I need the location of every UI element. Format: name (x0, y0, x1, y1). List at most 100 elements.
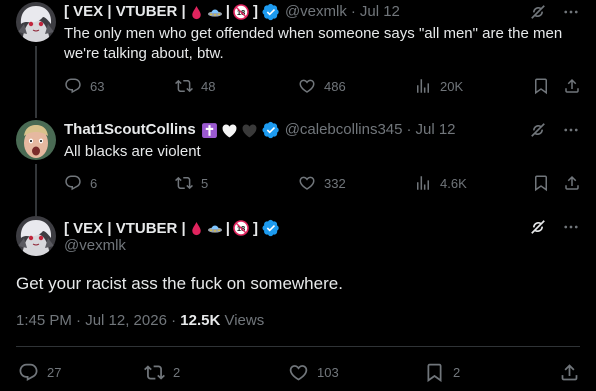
bookmark-button[interactable] (532, 77, 550, 95)
bookmark-button[interactable] (532, 174, 550, 192)
bookmark-icon (532, 77, 550, 95)
separator-dot: · (350, 3, 356, 20)
bookmark-icon (532, 174, 550, 192)
repost-button[interactable]: 5 (175, 174, 208, 192)
like-button[interactable]: 332 (298, 174, 346, 192)
reply-button[interactable]: 6 (64, 174, 97, 192)
reply-icon (18, 362, 39, 383)
verified-badge-icon[interactable] (262, 219, 280, 237)
no-under-18-icon (233, 220, 249, 236)
ufo-icon (207, 220, 223, 236)
more-icon[interactable] (562, 121, 580, 139)
reply-icon (64, 174, 82, 192)
tweet-top-icons (514, 120, 580, 140)
display-name-suffix: ] (252, 219, 258, 237)
verified-badge-icon[interactable] (262, 121, 280, 139)
share-button[interactable] (563, 77, 581, 95)
more-icon[interactable] (562, 3, 580, 21)
display-name[interactable]: [ VEX | VTUBER | (64, 2, 186, 22)
avatar[interactable] (16, 2, 56, 42)
views-count: 20K (440, 78, 464, 94)
heart-icon (298, 174, 316, 192)
share-icon (563, 174, 581, 192)
bookmark-button[interactable]: 2 (424, 362, 460, 383)
reply-button[interactable]: 63 (64, 77, 104, 95)
verified-badge-icon[interactable] (262, 3, 280, 21)
grok-icon[interactable] (528, 217, 548, 237)
avatar[interactable] (16, 216, 56, 256)
reply-count: 6 (90, 175, 98, 191)
main-display-name-row: [ VEX | VTUBER | | ] (64, 219, 280, 237)
bookmark-count: 2 (453, 365, 461, 380)
heart-icon (288, 362, 309, 383)
main-top-icons (514, 217, 580, 237)
like-count: 103 (317, 365, 339, 380)
handle[interactable]: @vexmlk (285, 2, 347, 22)
share-icon (563, 77, 581, 95)
separator-dot: · (406, 121, 412, 138)
share-button[interactable] (559, 362, 580, 383)
reply-icon (64, 77, 82, 95)
views-button[interactable]: 20K (414, 77, 463, 95)
name-separator: | (225, 3, 230, 20)
handle[interactable]: @calebcollins345 (285, 120, 403, 140)
timestamp[interactable]: Jul 12 (415, 120, 455, 140)
blood-drop-icon (189, 221, 204, 236)
thread-line (35, 164, 37, 210)
repost-count: 48 (201, 78, 216, 94)
name-separator: | (225, 219, 230, 237)
main-action-bar: 27 2 103 2 (16, 362, 580, 384)
like-button[interactable]: 103 (288, 362, 339, 383)
thread-line (35, 110, 37, 118)
black-heart-icon (241, 122, 258, 139)
repost-count: 5 (201, 175, 209, 191)
repost-icon (144, 362, 165, 383)
tweet-text: All blacks are violent (64, 143, 201, 160)
ufo-icon (207, 4, 223, 20)
tweet-text: The only men who get offended when someo… (64, 25, 563, 62)
tweet-top-icons (514, 2, 580, 22)
main-timestamp[interactable]: 1:45 PM · Jul 12, 2026 · (16, 312, 176, 329)
tweet-header: That1ScoutCollins @calebcollins345 · Jul… (64, 120, 456, 140)
more-icon[interactable] (562, 218, 580, 236)
like-button[interactable]: 486 (298, 77, 346, 95)
blood-drop-icon (189, 5, 204, 20)
main-meta: 1:45 PM · Jul 12, 2026 · 12.5K Views (16, 312, 264, 329)
no-under-18-icon (233, 4, 249, 20)
thread-line (35, 46, 37, 110)
tweet-collins[interactable]: That1ScoutCollins @calebcollins345 · Jul… (0, 110, 596, 210)
views-icon (414, 77, 432, 95)
reply-button[interactable]: 27 (18, 362, 61, 383)
bookmark-icon (424, 362, 445, 383)
heart-icon (298, 77, 316, 95)
latin-cross-icon (201, 122, 218, 139)
main-views-label: Views (224, 312, 265, 329)
share-button[interactable] (563, 174, 581, 192)
reply-count: 63 (90, 78, 105, 94)
views-count: 4.6K (440, 175, 467, 191)
repost-icon (175, 174, 193, 192)
repost-button[interactable]: 48 (175, 77, 215, 95)
main-tweet-text: Get your racist ass the fuck on somewher… (16, 274, 343, 293)
views-icon (414, 174, 432, 192)
white-heart-icon (221, 122, 238, 139)
display-name-suffix: ] (252, 3, 258, 20)
grok-icon[interactable] (528, 120, 548, 140)
avatar[interactable] (16, 120, 56, 160)
tweet-header: [ VEX | VTUBER | | ] @vexmlk · Jul 12 (64, 2, 400, 22)
views-button[interactable]: 4.6K (414, 174, 467, 192)
action-bar: 6 5 332 4.6K (56, 174, 596, 194)
handle[interactable]: @vexmlk (64, 237, 126, 254)
repost-button[interactable]: 2 (144, 362, 180, 383)
main-views-count: 12.5K (180, 312, 221, 329)
action-bar: 63 48 486 20K (56, 77, 596, 97)
repost-count: 2 (173, 365, 181, 380)
divider (16, 346, 580, 347)
grok-icon[interactable] (528, 2, 548, 22)
tweet-vex-1[interactable]: [ VEX | VTUBER | | ] @vexmlk · Jul 12 Th… (0, 0, 596, 110)
reply-count: 27 (47, 365, 62, 380)
display-name[interactable]: [ VEX | VTUBER | (64, 220, 186, 237)
display-name[interactable]: That1ScoutCollins (64, 120, 196, 140)
timestamp[interactable]: Jul 12 (360, 2, 400, 22)
like-count: 486 (324, 78, 346, 94)
